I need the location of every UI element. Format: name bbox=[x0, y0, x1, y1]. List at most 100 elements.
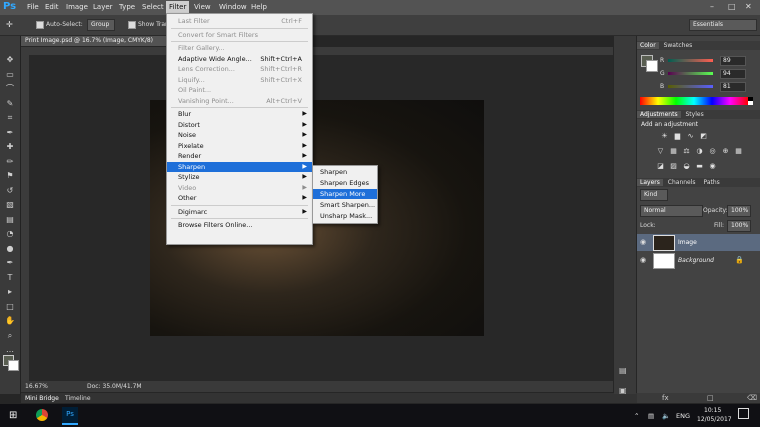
doc-size[interactable]: Doc: 35.0M/41.7M bbox=[87, 383, 142, 390]
filter-menu-item[interactable]: Sharpen ▶ bbox=[167, 161, 312, 172]
channel-value[interactable]: 81 bbox=[720, 82, 746, 92]
tab-styles[interactable]: Styles bbox=[683, 111, 707, 118]
tab-color[interactable]: Color bbox=[637, 42, 659, 49]
filter-menu-item[interactable]: Digimarc ▶ bbox=[167, 207, 312, 217]
menu-select[interactable]: Select bbox=[142, 3, 164, 11]
filter-menu-item[interactable]: Adaptive Wide Angle... Shift+Ctrl+A bbox=[167, 54, 312, 64]
healing-brush-icon[interactable]: ✚ bbox=[4, 141, 16, 153]
document-tab[interactable]: Print Image.psd @ 16.7% (Image, CMYK/8) bbox=[21, 36, 175, 46]
channel-value[interactable]: 89 bbox=[720, 56, 746, 66]
hand-tool-icon[interactable]: ✋ bbox=[4, 315, 16, 327]
move-tool-icon[interactable]: ✛ bbox=[6, 20, 13, 29]
layer-name[interactable]: Image bbox=[678, 239, 697, 246]
menu-help[interactable]: Help bbox=[251, 3, 267, 11]
filter-menu-item[interactable]: Stylize ▶ bbox=[167, 172, 312, 182]
blend-mode-select[interactable]: Normal bbox=[640, 205, 703, 217]
zoom-tool-icon[interactable]: ⌕ bbox=[4, 330, 16, 342]
channel-slider[interactable] bbox=[668, 85, 713, 88]
pen-tool-icon[interactable]: ✒ bbox=[4, 257, 16, 269]
sharpen-menu-item[interactable]: Smart Sharpen... bbox=[313, 200, 377, 210]
menu-view[interactable]: View bbox=[194, 3, 211, 11]
quick-select-icon[interactable]: ✎ bbox=[4, 98, 16, 110]
tray-chevron-icon[interactable]: ⌃ bbox=[634, 412, 639, 420]
language-indicator[interactable]: ENG bbox=[676, 412, 690, 420]
black-white-icon[interactable]: ◑ bbox=[695, 147, 704, 156]
channel-value[interactable]: 94 bbox=[720, 69, 746, 79]
volume-icon[interactable]: 🔈 bbox=[662, 412, 670, 420]
trash-icon[interactable]: ⌫ bbox=[747, 394, 757, 402]
autoselect-checkbox[interactable] bbox=[36, 21, 44, 29]
layer-name[interactable]: Background bbox=[678, 257, 714, 264]
shape-tool-icon[interactable]: □ bbox=[4, 301, 16, 313]
history-icon[interactable]: ▤ bbox=[619, 366, 627, 375]
invert-icon[interactable]: ◪ bbox=[656, 162, 665, 171]
tab-layers[interactable]: Layers bbox=[637, 179, 663, 186]
network-icon[interactable]: ▤ bbox=[648, 412, 654, 420]
minimize-icon[interactable]: – bbox=[710, 2, 714, 11]
layer-row-background[interactable]: ◉ Background 🔒 bbox=[637, 252, 760, 269]
channel-slider[interactable] bbox=[668, 72, 713, 75]
notifications-icon[interactable] bbox=[738, 408, 749, 419]
brush-tool-icon[interactable]: ✏ bbox=[4, 156, 16, 168]
exposure-icon[interactable]: ◩ bbox=[699, 132, 708, 141]
hue-saturation-icon[interactable]: ▦ bbox=[669, 147, 678, 156]
tab-timeline[interactable]: Timeline bbox=[65, 395, 91, 402]
sharpen-menu-item[interactable]: Sharpen More bbox=[313, 189, 377, 199]
levels-icon[interactable]: ▆ bbox=[673, 132, 682, 141]
eraser-icon[interactable]: ▧ bbox=[4, 199, 16, 211]
filter-menu-item[interactable]: Blur ▶ bbox=[167, 109, 312, 119]
channel-mixer-icon[interactable]: ⊕ bbox=[721, 147, 730, 156]
tab-adjustments[interactable]: Adjustments bbox=[637, 111, 681, 118]
layer-row-image[interactable]: ◉ Image bbox=[637, 234, 760, 251]
tab-mini-bridge[interactable]: Mini Bridge bbox=[25, 395, 59, 402]
clock-date[interactable]: 12/05/2017 bbox=[697, 416, 732, 423]
selective-color-icon[interactable]: ◉ bbox=[708, 162, 717, 171]
link-layers-icon[interactable]: fx bbox=[662, 394, 669, 402]
menu-image[interactable]: Image bbox=[66, 3, 88, 11]
filter-menu-item[interactable]: Browse Filters Online... bbox=[167, 220, 312, 230]
menu-edit[interactable]: Edit bbox=[45, 3, 59, 11]
type-tool-icon[interactable]: T bbox=[4, 272, 16, 284]
color-spectrum[interactable] bbox=[640, 97, 748, 105]
gradient-map-icon[interactable]: ▬ bbox=[695, 162, 704, 171]
filter-menu-item[interactable]: Other ▶ bbox=[167, 193, 312, 203]
tab-paths[interactable]: Paths bbox=[700, 179, 722, 186]
clock-time[interactable]: 10:15 bbox=[704, 407, 721, 414]
chrome-icon[interactable] bbox=[36, 409, 48, 421]
blur-tool-icon[interactable]: ◔ bbox=[4, 228, 16, 240]
menu-window[interactable]: Window bbox=[219, 3, 247, 11]
tab-swatches[interactable]: Swatches bbox=[661, 42, 696, 49]
filter-menu-item[interactable]: Distort ▶ bbox=[167, 120, 312, 130]
photoshop-taskbar-icon[interactable]: Ps bbox=[62, 407, 78, 425]
workspace-select[interactable]: Essentials bbox=[689, 19, 757, 31]
channel-slider[interactable] bbox=[668, 59, 713, 62]
layer-filter-kind[interactable]: Kind bbox=[640, 189, 668, 201]
move-tool-icon[interactable]: ✥ bbox=[4, 54, 16, 66]
opacity-input[interactable]: 100% bbox=[727, 205, 751, 217]
marquee-tool-icon[interactable]: ▭ bbox=[4, 69, 16, 81]
photo-filter-icon[interactable]: ◎ bbox=[708, 147, 717, 156]
menu-file[interactable]: File bbox=[27, 3, 39, 11]
properties-icon[interactable]: ▣ bbox=[619, 386, 627, 395]
background-color-swatch[interactable] bbox=[646, 60, 658, 72]
fill-input[interactable]: 100% bbox=[727, 220, 751, 232]
color-lookup-icon[interactable]: ▦ bbox=[734, 147, 743, 156]
show-transform-checkbox[interactable] bbox=[128, 21, 136, 29]
zoom-level[interactable]: 16.67% bbox=[25, 383, 48, 390]
white-swatch[interactable] bbox=[748, 101, 753, 105]
history-brush-icon[interactable]: ↺ bbox=[4, 185, 16, 197]
dodge-tool-icon[interactable]: ● bbox=[4, 243, 16, 255]
gradient-tool-icon[interactable]: ▤ bbox=[4, 214, 16, 226]
eye-icon[interactable]: ◉ bbox=[640, 256, 646, 264]
posterize-icon[interactable]: ▨ bbox=[669, 162, 678, 171]
eye-icon[interactable]: ◉ bbox=[640, 238, 646, 246]
close-icon[interactable]: ✕ bbox=[745, 2, 752, 11]
tab-channels[interactable]: Channels bbox=[665, 179, 699, 186]
clone-stamp-icon[interactable]: ⚑ bbox=[4, 170, 16, 182]
menu-type[interactable]: Type bbox=[119, 3, 135, 11]
sharpen-menu-item[interactable]: Unsharp Mask... bbox=[313, 211, 377, 221]
path-select-icon[interactable]: ▸ bbox=[4, 286, 16, 298]
new-layer-icon[interactable]: □ bbox=[707, 394, 714, 402]
filter-menu-item[interactable]: Noise ▶ bbox=[167, 130, 312, 140]
eyedropper-icon[interactable]: ✒ bbox=[4, 127, 16, 139]
